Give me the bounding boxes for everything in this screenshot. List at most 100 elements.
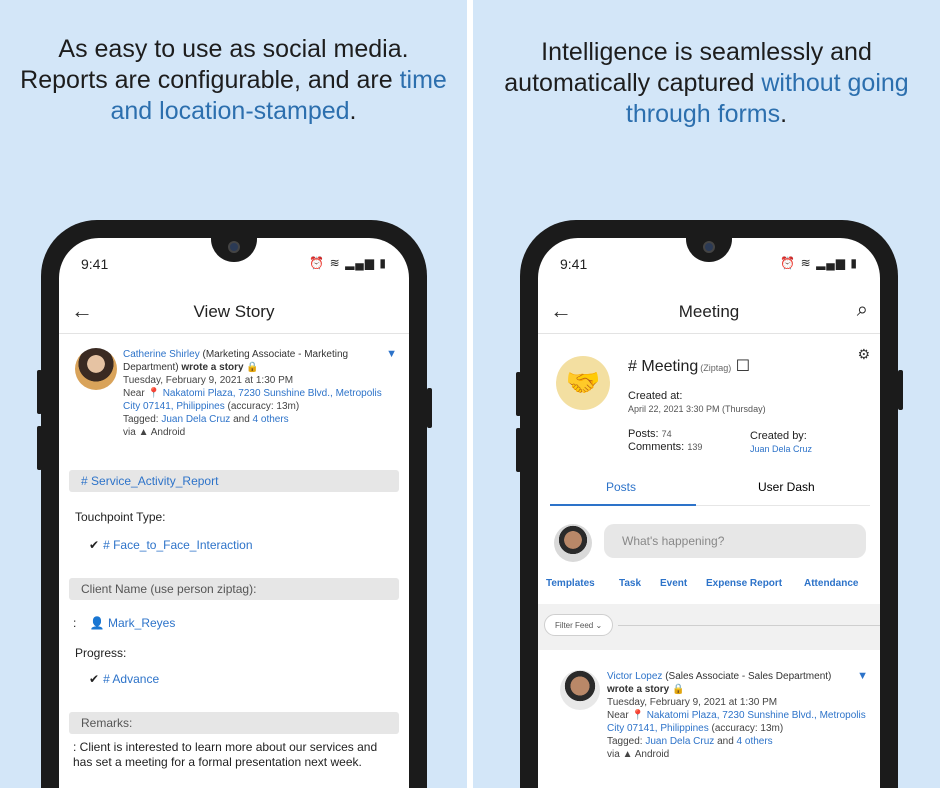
post-via: via ▲ Android	[607, 749, 670, 760]
action-expense-report[interactable]: Expense Report	[706, 578, 782, 589]
client-name-value[interactable]: : 👤 Mark_Reyes	[73, 616, 175, 630]
tab-bar: Posts User Dash	[550, 474, 870, 506]
created-at: Created at: April 22, 2021 3:30 PM (Thur…	[628, 390, 766, 414]
tagged-others-link[interactable]: 4 others	[737, 736, 773, 747]
client-name-label: Client Name (use person ziptag):	[69, 578, 399, 600]
post-timestamp: Tuesday, February 9, 2021 at 1:30 PM	[607, 697, 778, 708]
phone-screen: 9:41 ⏰ ≋ ▂▄▆ ▮ ← View Story ▼ Catherine …	[59, 238, 409, 788]
status-bar: 9:41 ⏰ ≋ ▂▄▆ ▮	[560, 256, 858, 276]
created-by-link[interactable]: Juan Dela Cruz	[750, 443, 812, 456]
camera-icon	[703, 241, 715, 253]
tab-user-dash[interactable]: User Dash	[758, 480, 815, 494]
post-timestamp: Tuesday, February 9, 2021 at 1:30 PM	[123, 375, 294, 386]
tagged-others-link[interactable]: 4 others	[253, 414, 289, 425]
location-accuracy: (accuracy: 13m)	[711, 723, 784, 734]
wifi-icon: ≋	[329, 256, 341, 270]
status-icons: ⏰ ≋ ▂▄▆ ▮	[309, 256, 387, 270]
progress-label: Progress:	[75, 646, 127, 660]
location-accuracy: (accuracy: 13m)	[227, 401, 300, 412]
right-headline: Intelligence is seamlessly and automatic…	[473, 37, 940, 130]
report-tag-bar[interactable]: # Service_Activity_Report	[69, 470, 399, 492]
action-attendance[interactable]: Attendance	[804, 578, 858, 589]
remarks-text: : Client is interested to learn more abo…	[73, 740, 378, 769]
right-promo-panel: Intelligence is seamlessly and automatic…	[473, 0, 940, 788]
headline-line-1: Intelligence is seamlessly and	[541, 38, 872, 66]
headline-line-2: automatically captured without going thr…	[504, 69, 909, 128]
divider	[618, 625, 880, 626]
page-title: Meeting	[678, 302, 740, 321]
post-tagged: Tagged: Juan Dela Cruz and 4 others	[123, 414, 289, 425]
touchpoint-label: Touchpoint Type:	[75, 510, 166, 524]
status-bar: 9:41 ⏰ ≋ ▂▄▆ ▮	[81, 256, 387, 276]
avatar[interactable]	[75, 348, 117, 390]
chevron-down-icon[interactable]: ▼	[386, 348, 397, 360]
left-headline: As easy to use as social media. Reports …	[0, 34, 467, 127]
tagged-person-link[interactable]: Juan Dela Cruz	[645, 736, 714, 747]
person-icon: 👤	[89, 616, 105, 630]
progress-value[interactable]: ✔ # Advance	[89, 672, 159, 686]
post-via: via ▲ Android	[123, 427, 186, 438]
status-time: 9:41	[560, 256, 588, 272]
hashtag-icon: #	[81, 474, 88, 488]
app-bar: ← Meeting ⌕	[538, 290, 880, 334]
active-tab-indicator	[550, 504, 696, 506]
battery-icon: ▮	[379, 256, 387, 270]
lock-icon: 🔒	[246, 362, 259, 373]
gear-icon[interactable]: ⚙	[857, 346, 870, 363]
app-bar: ← View Story	[59, 290, 409, 334]
post-header: Catherine Shirley (Marketing Associate -…	[123, 348, 397, 374]
chevron-down-icon: ⌄	[595, 621, 603, 630]
story-post: ▼ Victor Lopez (Sales Associate - Sales …	[560, 670, 868, 761]
author-link[interactable]: Catherine Shirley	[123, 349, 200, 360]
location-pin-icon: 📍	[147, 388, 160, 399]
meeting-card: 🤝 # Meeting (Ziptag) ☐ ⚙ Created at: Apri…	[538, 338, 880, 488]
author-link[interactable]: Victor Lopez	[607, 671, 662, 682]
tagged-person-link[interactable]: Juan Dela Cruz	[161, 414, 230, 425]
post-action: wrote a story	[607, 684, 670, 695]
action-templates[interactable]: Templates	[546, 578, 595, 589]
hashtag-icon: #	[103, 672, 110, 686]
post-location: Near 📍 Nakatomi Plaza, 7230 Sunshine Blv…	[123, 388, 382, 412]
phone-screen: 9:41 ⏰ ≋ ▂▄▆ ▮ ← Meeting ⌕ 🤝 # Meeting (Z…	[538, 238, 880, 788]
comments-count: 139	[687, 442, 703, 452]
alarm-icon: ⏰	[780, 256, 797, 270]
bookmark-icon[interactable]: ☐	[736, 358, 750, 375]
signal-icon: ▂▄▆	[816, 256, 847, 270]
phone-side-button	[427, 388, 432, 428]
camera-icon	[228, 241, 240, 253]
touchpoint-value[interactable]: ✔ # Face_to_Face_Interaction	[89, 538, 253, 552]
phone-frame: 9:41 ⏰ ≋ ▂▄▆ ▮ ← View Story ▼ Catherine …	[41, 220, 427, 788]
left-promo-panel: As easy to use as social media. Reports …	[0, 0, 467, 788]
post-tagged: Tagged: Juan Dela Cruz and 4 others	[607, 736, 773, 747]
headline-line-2: Reports are configurable, and are time a…	[20, 66, 447, 125]
avatar[interactable]	[554, 524, 592, 562]
author-role: (Sales Associate - Sales Department)	[665, 671, 832, 682]
ziptag-label: (Ziptag)	[700, 363, 732, 373]
chevron-down-icon[interactable]: ▼	[857, 670, 868, 682]
action-event[interactable]: Event	[660, 578, 687, 589]
android-icon: ▲	[622, 749, 633, 760]
created-by: Created by: Juan Dela Cruz	[750, 430, 813, 456]
feed-filter-bar: Filter Feed ⌄	[538, 604, 880, 650]
hashtag-icon: #	[628, 358, 637, 375]
remarks-label: Remarks:	[69, 712, 399, 734]
checkmark-icon: ✔	[89, 538, 100, 552]
status-time: 9:41	[81, 256, 109, 272]
phone-side-button	[898, 370, 903, 410]
status-icons: ⏰ ≋ ▂▄▆ ▮	[780, 256, 858, 270]
via-platform: Android	[634, 749, 670, 760]
search-icon[interactable]: ⌕	[857, 299, 868, 322]
post-header: Victor Lopez (Sales Associate - Sales De…	[607, 670, 868, 696]
created-at-value: April 22, 2021 3:30 PM (Thursday)	[628, 404, 766, 414]
story-post: ▼ Catherine Shirley (Marketing Associate…	[75, 348, 397, 439]
headline-line-1: As easy to use as social media.	[58, 35, 409, 63]
compose-input[interactable]: What's happening?	[604, 524, 866, 558]
tab-posts[interactable]: Posts	[606, 480, 636, 494]
signal-icon: ▂▄▆	[345, 256, 376, 270]
avatar[interactable]	[560, 670, 600, 710]
meeting-title: # Meeting (Ziptag) ☐	[628, 358, 751, 375]
filter-feed-dropdown[interactable]: Filter Feed ⌄	[544, 614, 614, 636]
wifi-icon: ≋	[800, 256, 812, 270]
action-task[interactable]: Task	[619, 578, 641, 589]
android-icon: ▲	[138, 427, 149, 438]
